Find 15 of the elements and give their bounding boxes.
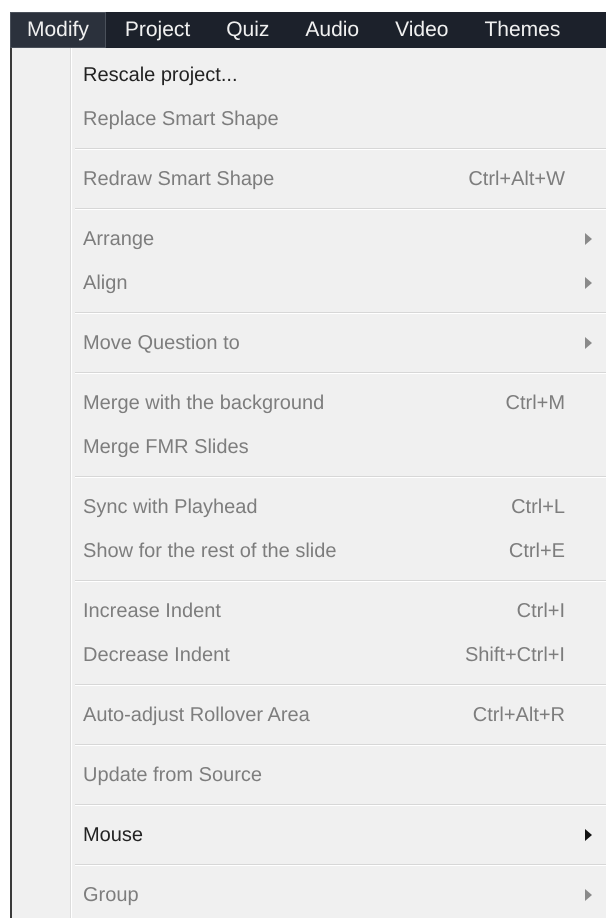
menu-bar-item[interactable]: Audio (288, 12, 376, 48)
menu-bar-item[interactable]: Quiz (209, 12, 286, 48)
menu-bar-item[interactable]: Themes (467, 12, 578, 48)
shortcut-label: Ctrl+M (506, 392, 565, 414)
menu-bar-item[interactable]: Project (108, 12, 208, 48)
menu-item[interactable]: Rescale project... (75, 53, 606, 97)
shortcut-label: Ctrl+I (516, 600, 565, 622)
shortcut-label: Ctrl+Alt+W (468, 168, 565, 190)
menu-bar-item[interactable]: Modify (10, 12, 106, 48)
shortcut-label: Ctrl+Alt+R (472, 704, 565, 726)
shortcut-label: Ctrl+E (508, 540, 565, 562)
menu-item[interactable]: Mouse (75, 813, 606, 857)
shortcut-label: Shift+Ctrl+I (464, 644, 565, 666)
shortcut-label: Ctrl+L (511, 496, 565, 518)
menu-bar-item[interactable]: Video (378, 12, 466, 48)
